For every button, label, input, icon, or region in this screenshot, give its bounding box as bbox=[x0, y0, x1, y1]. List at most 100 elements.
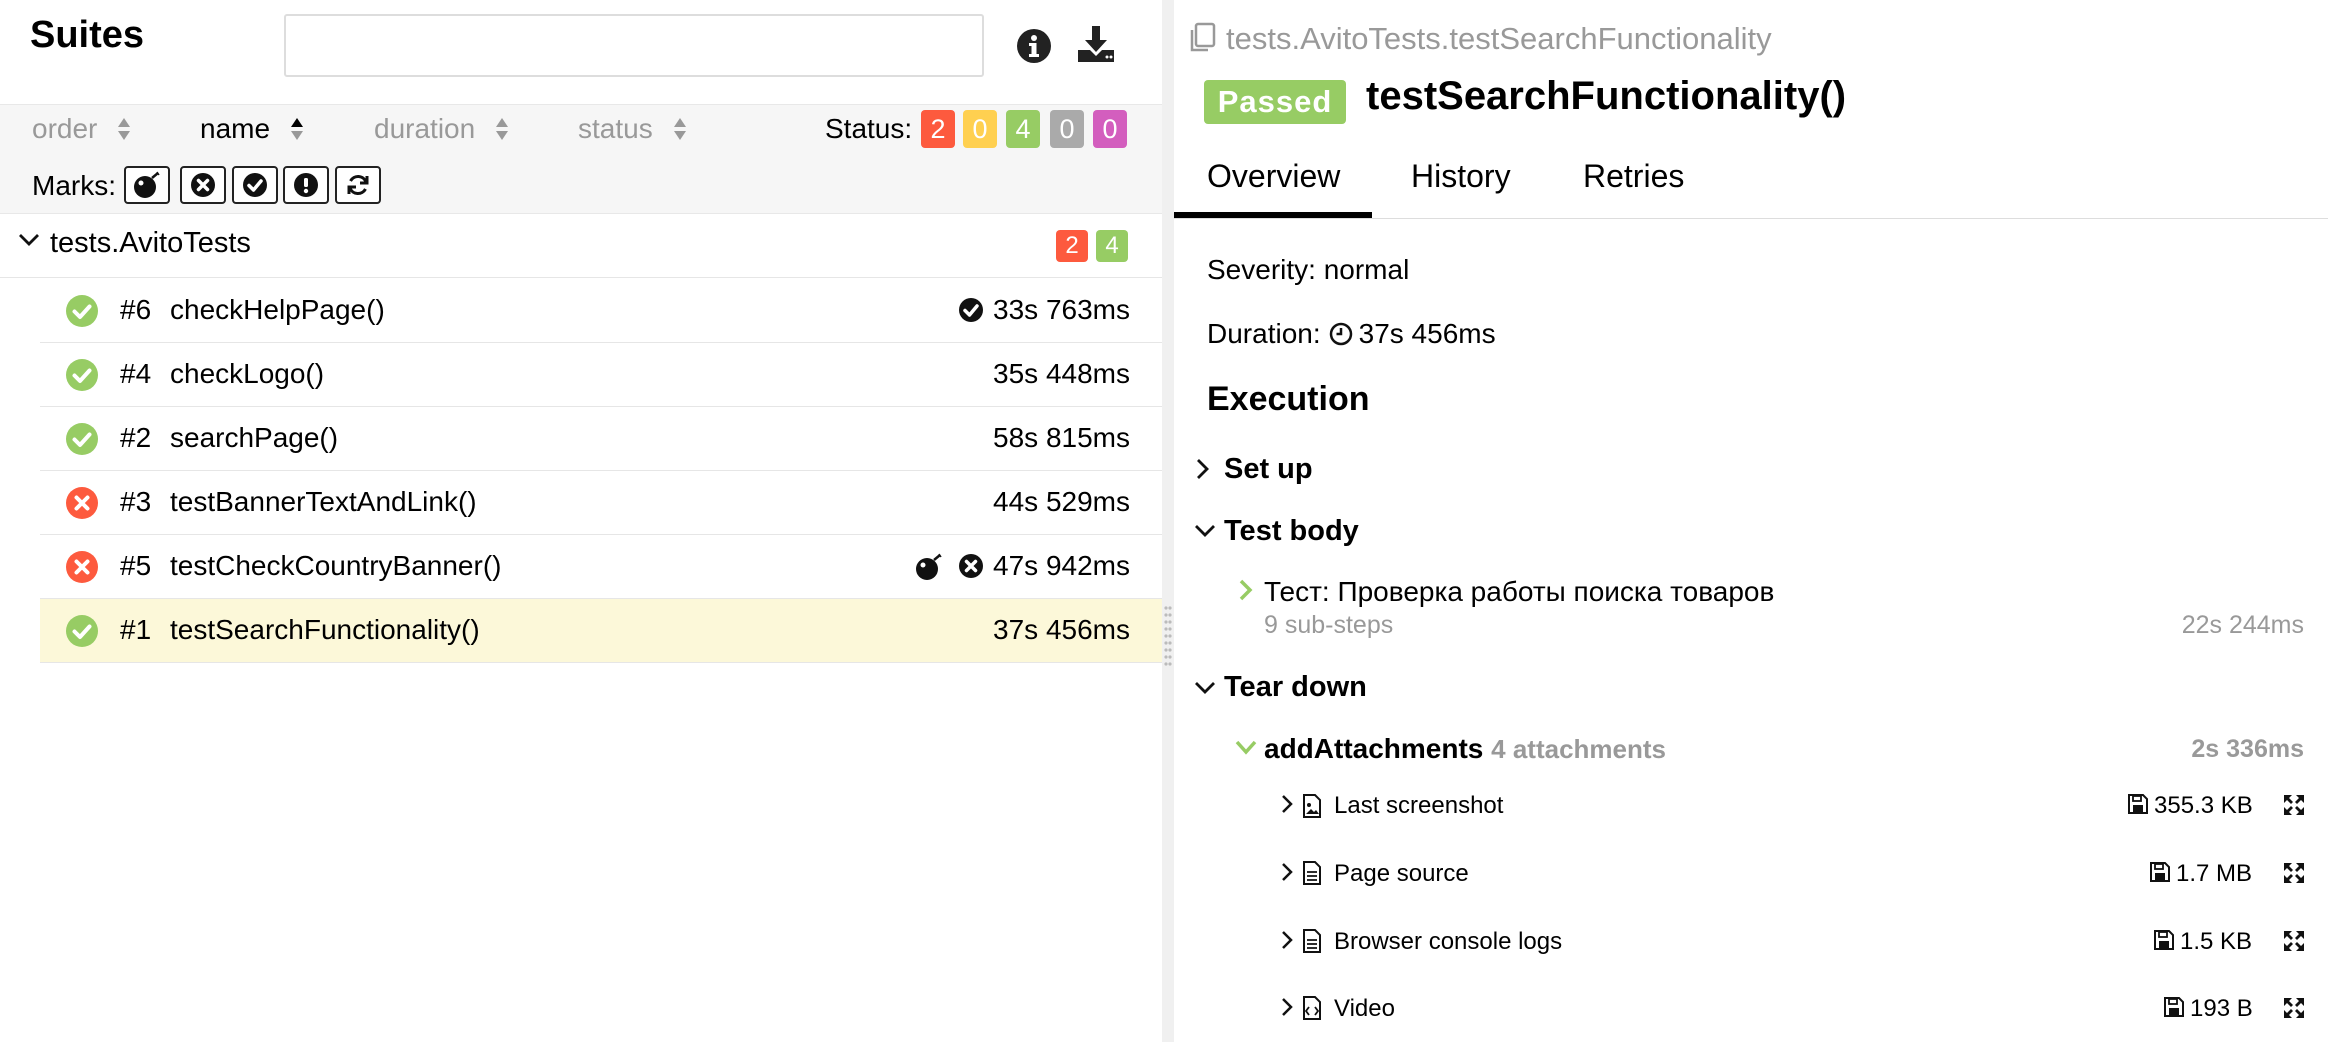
suite-group-name: tests.AvitoTests bbox=[50, 227, 251, 259]
test-row[interactable]: #2 searchPage() 58s 815ms bbox=[40, 407, 1162, 471]
test-row[interactable]: #4 checkLogo() 35s 448ms bbox=[40, 343, 1162, 407]
mark-failed-button[interactable] bbox=[180, 166, 226, 204]
suites-title: Suites bbox=[30, 14, 145, 56]
test-number: #1 bbox=[120, 614, 152, 645]
image-icon bbox=[1302, 794, 1322, 818]
chevron-right-icon[interactable] bbox=[1280, 862, 1294, 882]
duration-row: Duration: 37s 456ms bbox=[1207, 318, 1496, 350]
chevron-right-icon[interactable] bbox=[1280, 794, 1294, 814]
status-passed-icon bbox=[66, 295, 98, 327]
tabs-divider bbox=[1174, 218, 2328, 219]
test-number: #3 bbox=[120, 486, 152, 517]
save-icon bbox=[2154, 930, 2174, 950]
attachment-name[interactable]: Browser console logs bbox=[1334, 928, 1562, 956]
sort-icon bbox=[118, 118, 131, 140]
sort-status-label: status bbox=[578, 113, 653, 144]
chevron-right-icon[interactable] bbox=[1194, 458, 1210, 480]
attachment-size: 1.7 MB bbox=[2176, 860, 2253, 887]
failed-mark-icon bbox=[958, 553, 984, 579]
mark-flaky-button[interactable] bbox=[124, 166, 170, 204]
step-title[interactable]: Тест: Проверка работы поиска товаров bbox=[1264, 576, 1774, 608]
tab-retries[interactable]: Retries bbox=[1583, 158, 1684, 195]
step-chevron-down-icon[interactable] bbox=[1234, 739, 1258, 757]
test-row[interactable]: #3 testBannerTextAndLink() 44s 529ms bbox=[40, 471, 1162, 535]
status-filter-label: Status: bbox=[825, 113, 913, 144]
expand-icon[interactable] bbox=[2282, 996, 2306, 1020]
teardown-step-duration: 2s 336ms bbox=[2191, 735, 2304, 763]
status-count-skipped[interactable]: 0 bbox=[1050, 110, 1084, 148]
teardown-step[interactable]: addAttachments 4 attachments bbox=[1264, 733, 1666, 765]
tab-overview[interactable]: Overview bbox=[1207, 158, 1340, 195]
passed-icon bbox=[243, 173, 267, 197]
chevron-down-icon[interactable] bbox=[18, 232, 40, 248]
pane-splitter[interactable] bbox=[1162, 0, 1174, 1042]
status-failed-icon bbox=[66, 551, 98, 583]
clock-icon bbox=[1329, 322, 1352, 346]
test-name: testSearchFunctionality() bbox=[170, 614, 480, 645]
status-passed-icon bbox=[66, 423, 98, 455]
attachment-name[interactable]: Last screenshot bbox=[1334, 792, 1503, 820]
file-text-icon bbox=[1302, 861, 1322, 885]
mark-retries-button[interactable] bbox=[335, 166, 381, 204]
sort-status[interactable]: status bbox=[578, 113, 687, 145]
test-number: #5 bbox=[120, 550, 152, 581]
status-count-unknown[interactable]: 0 bbox=[1093, 110, 1127, 148]
sort-name-label: name bbox=[200, 113, 271, 144]
tab-history[interactable]: History bbox=[1411, 158, 1511, 195]
status-count-passed[interactable]: 4 bbox=[1006, 110, 1040, 148]
flaky-icon bbox=[134, 171, 160, 198]
sort-name[interactable]: name bbox=[200, 113, 304, 145]
test-duration: 35s 448ms bbox=[993, 358, 1130, 389]
teardown-attachments-count: 4 attachments bbox=[1491, 734, 1666, 764]
attachment-name[interactable]: Page source bbox=[1334, 860, 1469, 888]
save-icon bbox=[2150, 862, 2170, 882]
flaky-mark-icon bbox=[914, 553, 944, 581]
test-name: testCheckCountryBanner() bbox=[170, 550, 502, 581]
attachment-name[interactable]: Video bbox=[1334, 995, 1395, 1023]
chevron-right-icon[interactable] bbox=[1280, 997, 1294, 1017]
mark-passed-button[interactable] bbox=[232, 166, 278, 204]
test-body-section-title[interactable]: Test body bbox=[1224, 515, 1359, 548]
sort-order[interactable]: order bbox=[32, 113, 131, 145]
file-text-icon bbox=[1302, 929, 1322, 953]
expand-icon[interactable] bbox=[2282, 929, 2306, 953]
setup-section-title[interactable]: Set up bbox=[1224, 453, 1313, 486]
test-row-selected[interactable]: #1 testSearchFunctionality() 37s 456ms bbox=[40, 599, 1162, 663]
copy-icon[interactable] bbox=[1186, 22, 1218, 54]
step-chevron-right-icon[interactable] bbox=[1238, 578, 1254, 602]
mark-broken-button[interactable] bbox=[283, 166, 329, 204]
duration-value: 37s 456ms bbox=[1358, 318, 1496, 349]
chevron-down-icon[interactable] bbox=[1194, 680, 1216, 696]
file-code-icon bbox=[1302, 996, 1322, 1020]
test-row[interactable]: #5 testCheckCountryBanner() 47s 942ms bbox=[40, 535, 1162, 599]
broken-icon bbox=[294, 173, 318, 197]
active-tab-indicator bbox=[1174, 212, 1372, 218]
step-substeps: 9 sub-steps bbox=[1264, 611, 1394, 639]
info-icon[interactable] bbox=[1016, 28, 1052, 64]
save-icon bbox=[2164, 997, 2184, 1017]
sort-duration[interactable]: duration bbox=[374, 113, 509, 145]
expand-icon[interactable] bbox=[2282, 793, 2306, 817]
status-count-failed[interactable]: 2 bbox=[921, 110, 955, 148]
search-input[interactable] bbox=[284, 14, 984, 77]
status-badge: Passed bbox=[1204, 80, 1346, 124]
status-passed-icon bbox=[66, 615, 98, 647]
download-icon[interactable] bbox=[1076, 24, 1116, 64]
sort-icon bbox=[673, 118, 686, 140]
breadcrumb: tests.AvitoTests.testSearchFunctionality bbox=[1226, 21, 1772, 56]
page-title: testSearchFunctionality() bbox=[1366, 74, 1847, 118]
group-passed-count: 4 bbox=[1096, 230, 1128, 262]
expand-icon[interactable] bbox=[2282, 861, 2306, 885]
status-count-broken[interactable]: 0 bbox=[963, 110, 997, 148]
chevron-down-icon[interactable] bbox=[1194, 523, 1216, 539]
test-name: testBannerTextAndLink() bbox=[170, 486, 477, 517]
status-passed-icon bbox=[66, 359, 98, 391]
test-name: checkLogo() bbox=[170, 358, 325, 389]
chevron-right-icon[interactable] bbox=[1280, 930, 1294, 950]
attachment-size: 1.5 KB bbox=[2180, 928, 2253, 955]
save-icon bbox=[2128, 794, 2148, 814]
execution-title: Execution bbox=[1207, 380, 1370, 418]
sort-icon bbox=[496, 118, 509, 140]
test-row[interactable]: #6 checkHelpPage() 33s 763ms bbox=[40, 279, 1162, 343]
teardown-section-title[interactable]: Tear down bbox=[1224, 671, 1367, 704]
